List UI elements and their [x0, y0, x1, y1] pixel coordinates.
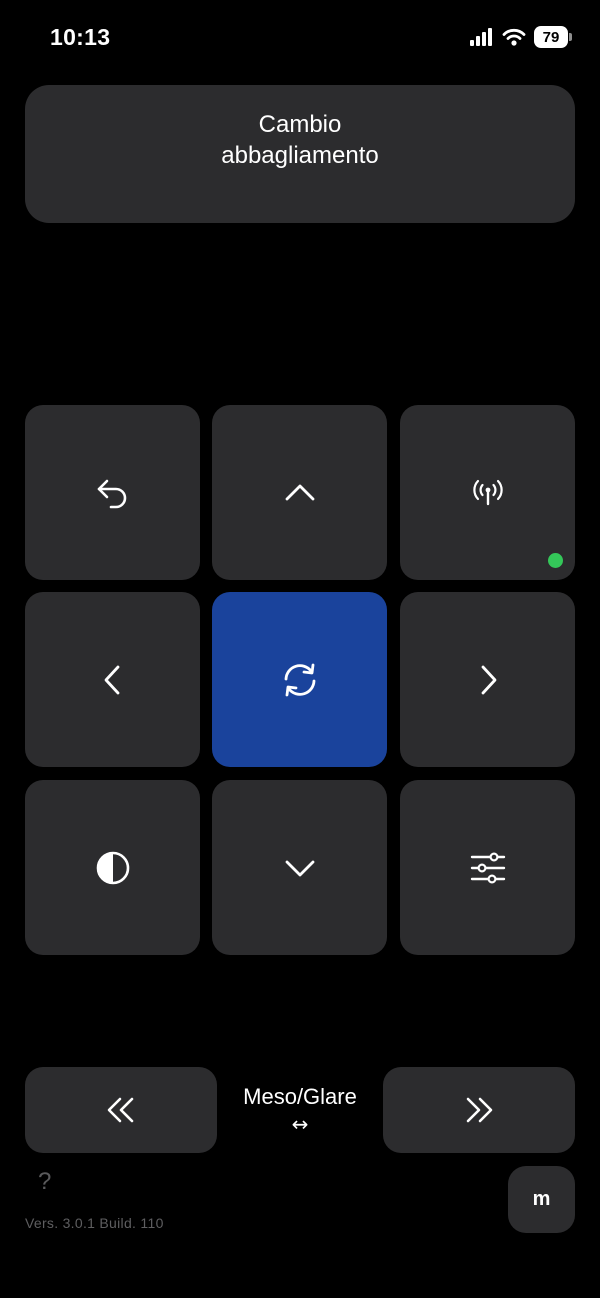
title-card: Cambio abbagliamento [25, 85, 575, 223]
contrast-button[interactable] [25, 780, 200, 955]
mode-label: Meso/Glare [243, 1084, 357, 1109]
double-chevron-left-icon [107, 1097, 134, 1123]
wifi-icon [502, 28, 526, 46]
sliders-icon [470, 851, 505, 884]
next-mode-button[interactable] [383, 1067, 575, 1153]
previous-mode-button[interactable] [25, 1067, 217, 1153]
title-line-2: abbagliamento [221, 142, 379, 169]
battery-icon: 79 [534, 26, 572, 48]
status-icons: 79 [470, 26, 572, 48]
chevron-down-icon [285, 860, 314, 876]
battery-tip [569, 33, 572, 41]
switch-button[interactable] [212, 592, 387, 767]
down-button[interactable] [212, 780, 387, 955]
antenna-icon [472, 479, 503, 505]
connection-button[interactable] [400, 405, 575, 580]
mode-arrow-icon: ↔ [291, 1112, 309, 1136]
battery-level: 79 [534, 26, 568, 48]
m-button[interactable]: m [508, 1166, 575, 1233]
version-text: Vers. 3.0.1 Build. 110 [25, 1215, 164, 1231]
title-line-1: Cambio [258, 111, 342, 138]
chevron-right-icon [481, 665, 496, 694]
right-button[interactable] [400, 592, 575, 767]
chevron-up-icon [285, 484, 314, 500]
refresh-icon [284, 663, 315, 696]
chevron-left-icon [104, 665, 119, 694]
back-button[interactable] [25, 405, 200, 580]
left-button[interactable] [25, 592, 200, 767]
connection-status-dot [548, 553, 563, 568]
status-time: 10:13 [50, 24, 111, 50]
contrast-icon [96, 851, 129, 884]
up-button[interactable] [212, 405, 387, 580]
help-button[interactable]: ? [38, 1168, 51, 1196]
double-chevron-right-icon [466, 1097, 493, 1123]
signal-icon [470, 28, 492, 46]
settings-button[interactable] [400, 780, 575, 955]
undo-arrow-icon [97, 479, 126, 508]
